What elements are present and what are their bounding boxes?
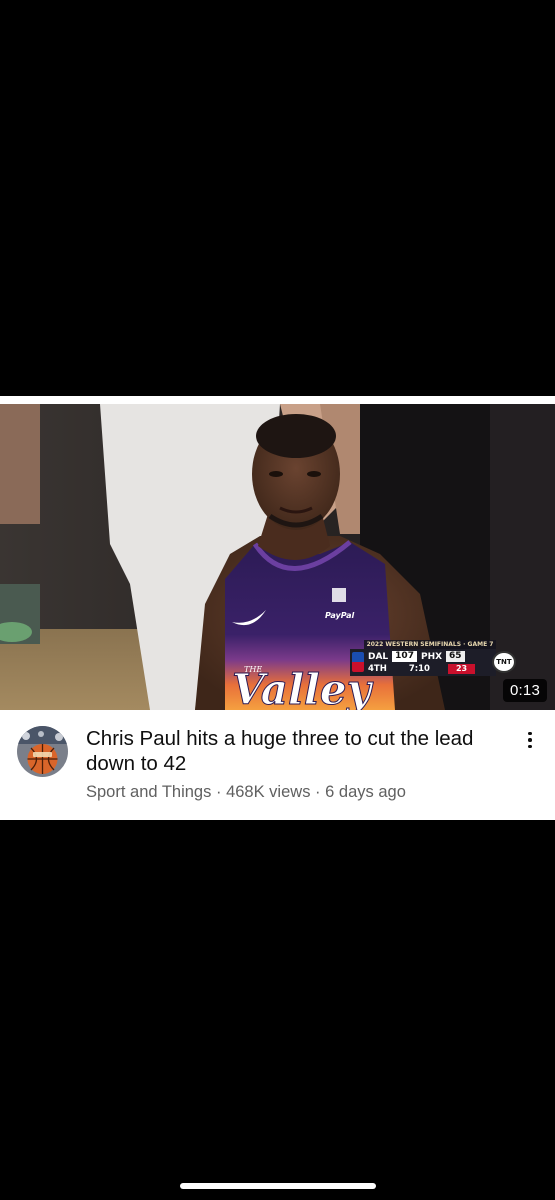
- scorebug: 2022 WESTERN SEMIFINALS · GAME 7 DAL 107…: [350, 640, 520, 678]
- video-thumbnail[interactable]: PayPal THE Valley 2022 WESTERN SEMIFINAL…: [0, 404, 555, 710]
- menu-dot: [528, 744, 532, 749]
- game-clock: 7:10: [408, 664, 430, 674]
- scorebug-panel: DAL 107 PHX 65 4TH 7:10 23: [350, 649, 496, 676]
- more-vert-icon[interactable]: [518, 726, 542, 754]
- video-subtitle: Sport and Things · 468K views · 6 days a…: [86, 783, 406, 802]
- team1-abbr: DAL: [368, 651, 389, 662]
- video-metadata: Chris Paul hits a huge three to cut the …: [0, 714, 555, 814]
- video-card[interactable]: PayPal THE Valley 2022 WESTERN SEMIFINAL…: [0, 396, 555, 820]
- scorebug-status: 4TH 7:10 23: [368, 664, 476, 674]
- jersey-sponsor: PayPal: [325, 611, 354, 620]
- scorebug-header: 2022 WESTERN SEMIFINALS · GAME 7: [364, 640, 496, 649]
- screen: PayPal THE Valley 2022 WESTERN SEMIFINAL…: [0, 0, 555, 1200]
- menu-dot: [528, 738, 532, 742]
- team2-abbr: PHX: [420, 651, 443, 662]
- tnt-logo-icon: TNT: [492, 651, 516, 673]
- separator: ·: [315, 783, 321, 801]
- home-indicator[interactable]: [180, 1183, 376, 1189]
- game-period: 4TH: [368, 664, 387, 674]
- video-duration: 0:13: [503, 679, 547, 702]
- channel-name[interactable]: Sport and Things: [86, 783, 211, 801]
- menu-dot: [528, 731, 532, 736]
- upload-age: 6 days ago: [325, 783, 406, 801]
- basketball-icon: [17, 726, 68, 777]
- separator: ·: [215, 783, 222, 801]
- video-title[interactable]: Chris Paul hits a huge three to cut the …: [86, 726, 491, 776]
- team1-score: 107: [392, 651, 417, 662]
- nba-logo-icon: [352, 652, 364, 672]
- scorebug-scores: DAL 107 PHX 65: [368, 651, 465, 662]
- view-count: 468K views: [226, 783, 311, 801]
- channel-avatar[interactable]: [17, 726, 68, 777]
- shot-clock: 23: [447, 664, 476, 674]
- team2-score: 65: [446, 651, 465, 662]
